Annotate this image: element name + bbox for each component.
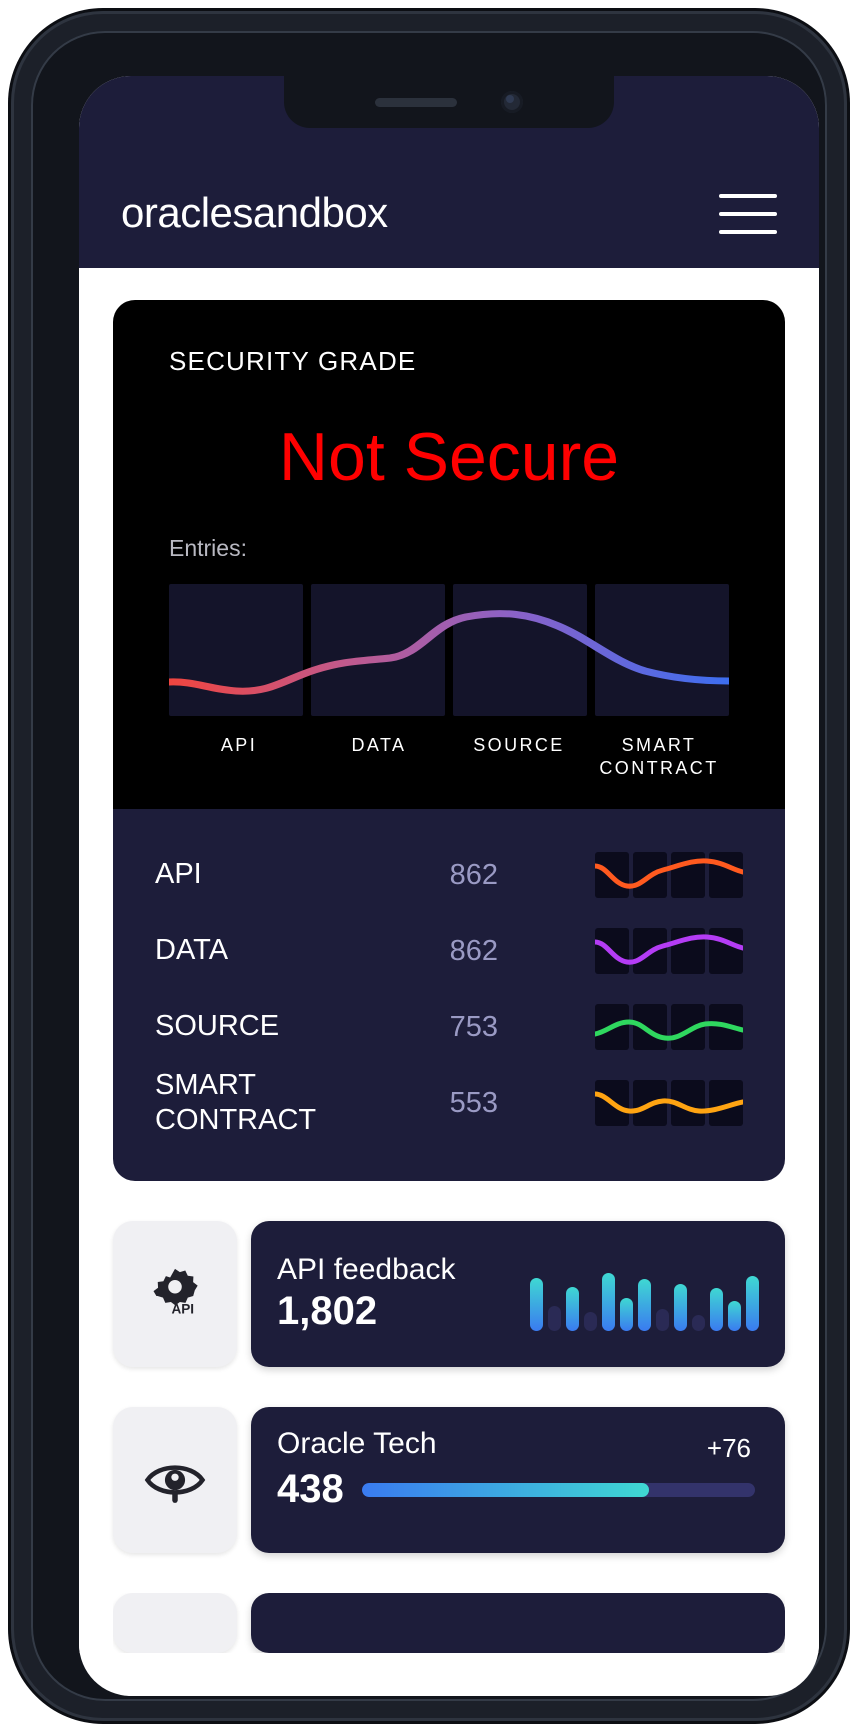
partial-widget-icon[interactable] [113, 1593, 237, 1653]
data-sparkline [595, 928, 743, 974]
stat-name: SOURCE [155, 1010, 280, 1043]
smart-contract-sparkline [595, 1080, 743, 1126]
api-feedback-card[interactable]: API feedback 1,802 [251, 1221, 785, 1367]
earpiece-speaker [375, 97, 457, 107]
app-brand-title: oraclesandbox [121, 189, 388, 236]
stat-value: 753 [449, 1010, 498, 1043]
partial-widget-card[interactable] [251, 1593, 785, 1653]
entries-label: Entries: [169, 535, 247, 561]
api-sparkline [595, 852, 743, 898]
stat-name: DATA [155, 934, 229, 967]
gear-api-icon-glyph: API [153, 1268, 198, 1316]
stat-value: 862 [449, 858, 498, 891]
widget-title: API feedback [277, 1252, 456, 1286]
entries-stats-panel: API 862 DATA 862 SOURCE 753 SMART CONTRA… [113, 809, 785, 1181]
front-camera-icon [501, 91, 523, 113]
gear-api-icon[interactable]: API [113, 1221, 237, 1367]
stat-name: SMART CONTRACT [155, 1068, 317, 1136]
widget-api-feedback[interactable]: API API feedback 1,802 [113, 1221, 785, 1367]
progress-fill [361, 1482, 649, 1497]
axis-label-smart-contract: SMART CONTRACT [599, 735, 719, 778]
entries-line-chart [169, 584, 729, 716]
progress-track [361, 1482, 755, 1497]
api-feedback-bar-chart [530, 1257, 759, 1331]
svg-text:API: API [171, 1301, 194, 1316]
device-notch [284, 76, 614, 128]
oracle-tech-card[interactable]: Oracle Tech +76 438 [251, 1407, 785, 1553]
security-grade-label: SECURITY GRADE [169, 346, 417, 376]
axis-label-source: SOURCE [473, 735, 565, 755]
eye-icon[interactable] [113, 1407, 237, 1553]
delta-badge: +76 [706, 1433, 751, 1463]
stat-value: 862 [449, 934, 498, 967]
phone-screen: oraclesandbox SECURITY GRADE Not Secure … [79, 76, 819, 1696]
phone-frame: oraclesandbox SECURITY GRADE Not Secure … [11, 11, 847, 1721]
page-content: SECURITY GRADE Not Secure Entries: API D… [79, 268, 819, 1653]
widget-number: 438 [277, 1467, 344, 1511]
security-grade-card: SECURITY GRADE Not Secure Entries: API D… [113, 300, 785, 809]
axis-label-data: DATA [351, 735, 407, 755]
eye-icon-glyph [144, 1465, 206, 1503]
hamburger-menu-icon[interactable] [719, 194, 777, 234]
chart-line-path [169, 610, 729, 695]
table-row[interactable]: DATA 862 [155, 913, 743, 989]
stat-value: 553 [449, 1086, 498, 1119]
table-row[interactable]: SMART CONTRACT 553 [155, 1065, 743, 1141]
stat-name: API [155, 858, 202, 891]
widget-oracle-tech[interactable]: Oracle Tech +76 438 [113, 1407, 785, 1553]
source-sparkline [595, 1004, 743, 1050]
chart-axis-labels: API DATA SOURCE SMART CONTRACT [169, 734, 729, 779]
widget-title: Oracle Tech [277, 1427, 437, 1460]
table-row[interactable]: SOURCE 753 [155, 989, 743, 1065]
table-row[interactable]: API 862 [155, 837, 743, 913]
widget-number: 1,802 [277, 1289, 378, 1334]
security-grade-value: Not Secure [278, 419, 620, 495]
widget-partial-next[interactable] [113, 1593, 785, 1653]
axis-label-api: API [220, 735, 258, 755]
phone-bezel: oraclesandbox SECURITY GRADE Not Secure … [31, 31, 827, 1701]
